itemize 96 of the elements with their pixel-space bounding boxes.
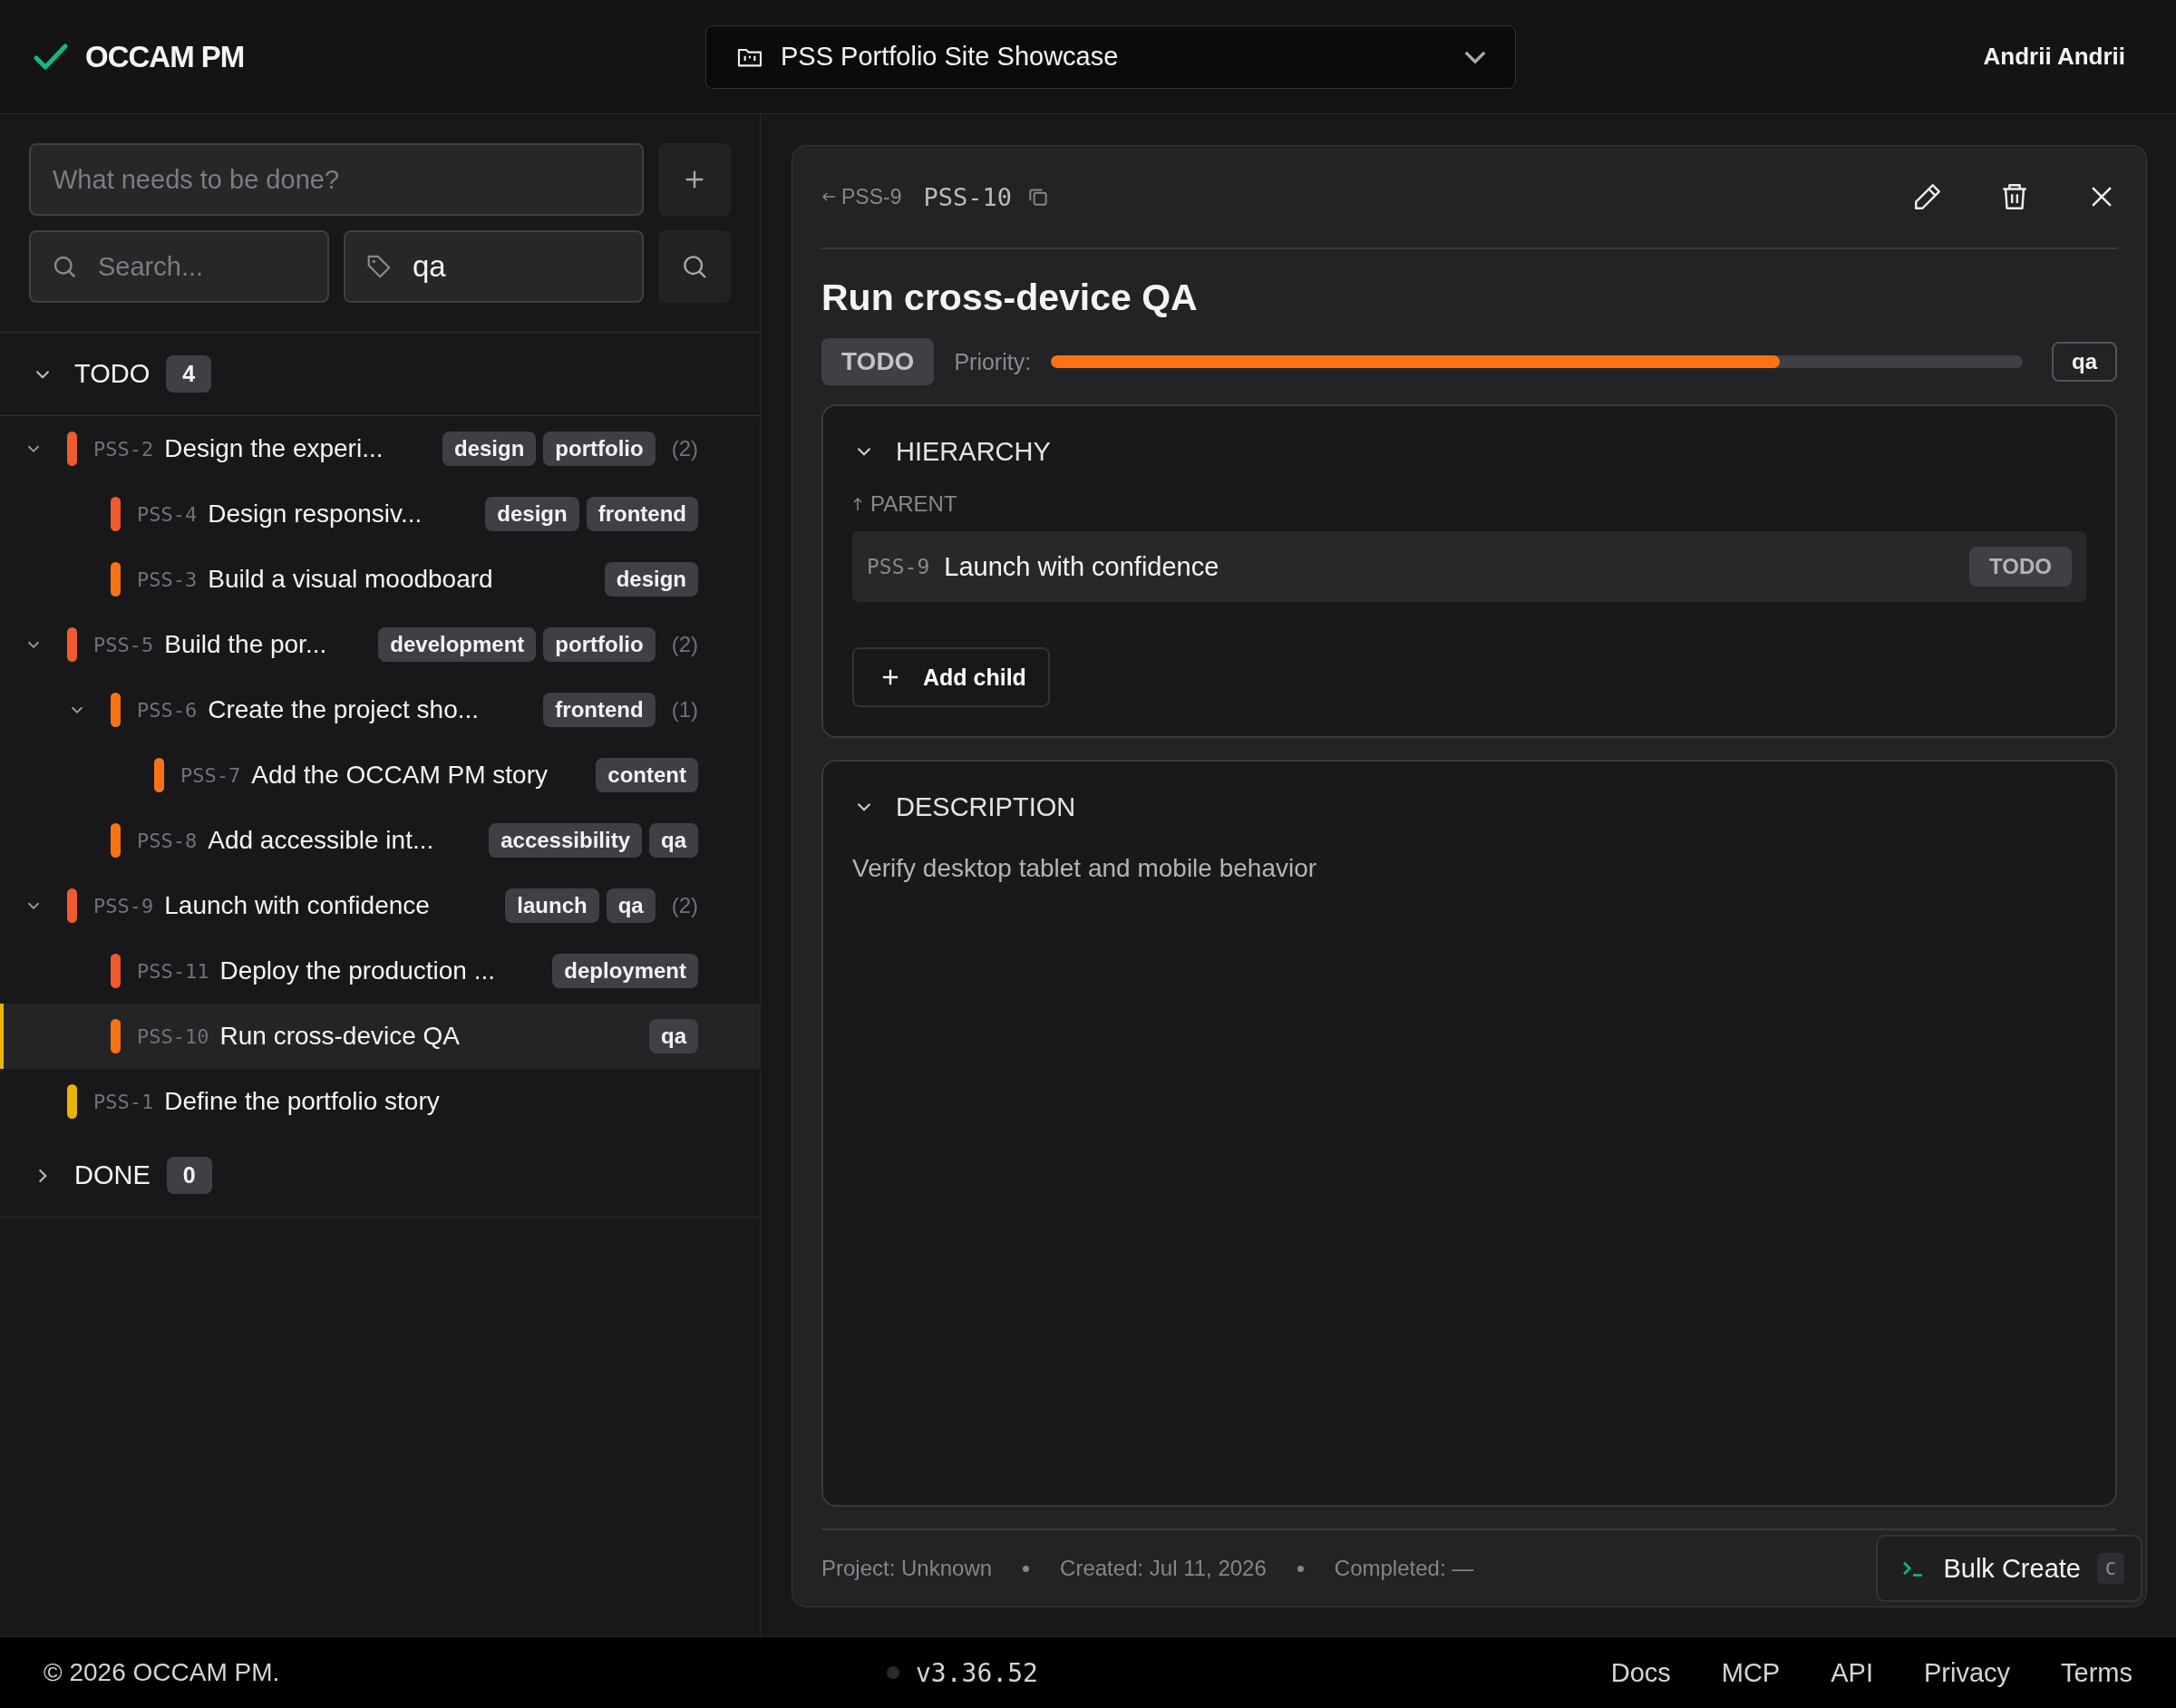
tag: design xyxy=(442,432,537,466)
task-row[interactable]: PSS-10 Run cross-device QA qa xyxy=(0,1004,760,1069)
pencil-icon[interactable] xyxy=(1912,181,1943,212)
footer-link[interactable]: Docs xyxy=(1610,1657,1671,1688)
panel-title[interactable]: DESCRIPTION xyxy=(896,791,1076,822)
priority-track[interactable] xyxy=(1051,355,2023,368)
parent-label: PARENT xyxy=(870,491,957,517)
tag[interactable]: qa xyxy=(2052,342,2117,382)
tag: accessibility xyxy=(489,823,642,858)
child-count: (2) xyxy=(671,893,698,918)
task-title: Run cross-device QA xyxy=(219,1022,461,1051)
tag: deployment xyxy=(552,954,698,988)
tag: qa xyxy=(649,823,698,858)
tag: content xyxy=(596,758,698,792)
tag: portfolio xyxy=(543,432,656,466)
new-task-field[interactable]: What needs to be done? xyxy=(29,143,644,216)
tag: frontend xyxy=(543,693,656,727)
task-title: Launch with confidence xyxy=(164,891,430,920)
task-title: Design the experi... xyxy=(164,434,384,463)
count-badge: 4 xyxy=(166,355,212,393)
task-row[interactable]: PSS-6 Create the project sho... frontend (1) xyxy=(0,677,760,742)
task-row[interactable]: PSS-11 Deploy the production ... deployment xyxy=(0,938,760,1004)
status-dot-icon xyxy=(887,1666,899,1679)
arrow-left-icon[interactable] xyxy=(821,191,836,202)
checkmark-logo-icon xyxy=(33,42,69,72)
tag: launch xyxy=(505,888,599,923)
task-row[interactable]: PSS-7 Add the OCCAM PM story content xyxy=(0,742,760,808)
task-id: PSS-1 xyxy=(93,1090,154,1113)
footer-link[interactable]: MCP xyxy=(1721,1657,1781,1688)
task-row[interactable]: PSS-3 Build a visual moodboard design xyxy=(0,547,760,612)
tag: portfolio xyxy=(543,627,656,662)
task-id: PSS-6 xyxy=(137,698,198,722)
tag-filter-field[interactable]: qa xyxy=(344,230,644,303)
task-row[interactable]: PSS-4 Design responsiv... design frontend xyxy=(0,481,760,547)
task-row[interactable]: PSS-2 Design the experi... design portfolio (2) xyxy=(0,416,760,481)
meta-text: Created: Jul 11, 2026 xyxy=(1060,1556,1267,1581)
child-count: (2) xyxy=(671,436,698,461)
child-count: (1) xyxy=(671,697,698,723)
tag: frontend xyxy=(586,497,698,531)
priority-label: Priority: xyxy=(954,348,1032,375)
task-row[interactable]: PSS-8 Add accessible int... accessibility qa xyxy=(0,808,760,873)
parent-task-row[interactable]: PSS-9 Launch with confidence TODO xyxy=(852,531,2086,602)
description-text: Verify desktop tablet and mobile behavior xyxy=(852,854,1318,883)
section-title[interactable]: DONE xyxy=(74,1160,151,1190)
footer-link[interactable]: Privacy xyxy=(1923,1657,2011,1688)
task-row[interactable]: PSS-5 Build the por... development portfolio (2) xyxy=(0,612,760,677)
task-id: PSS-3 xyxy=(137,568,198,591)
tag-icon xyxy=(365,253,393,280)
footer-link[interactable]: API xyxy=(1831,1657,1873,1688)
task-id: PSS-5 xyxy=(93,633,154,656)
tag: design xyxy=(485,497,579,531)
app-logo: OCCAM PM xyxy=(85,39,245,74)
task-title: Build a visual moodboard xyxy=(208,565,493,594)
footer-link[interactable]: Terms xyxy=(2061,1657,2132,1688)
separator-dot-icon xyxy=(1297,1565,1304,1572)
meta-text: Project: Unknown xyxy=(821,1556,993,1581)
task-row[interactable]: PSS-1 Define the portfolio story xyxy=(0,1069,760,1134)
version-text: v3.36.52 xyxy=(916,1657,1038,1688)
task-id: PSS-10 xyxy=(137,1024,209,1048)
copyright-text: © 2026 OCCAM PM. xyxy=(44,1658,281,1687)
up-arrow-icon xyxy=(852,497,863,511)
section-title[interactable]: TODO xyxy=(74,359,151,389)
task-title: Add accessible int... xyxy=(208,826,434,855)
task-title: Build the por... xyxy=(164,630,327,659)
task-id: PSS-7 xyxy=(180,763,241,787)
back-link[interactable]: PSS-9 xyxy=(841,184,902,209)
task-id: PSS-10 xyxy=(923,182,1013,211)
bulk-create-button[interactable]: Bulk Create C xyxy=(1876,1535,2142,1602)
task-id: PSS-4 xyxy=(137,502,198,526)
user-name[interactable]: Andrii Andrii xyxy=(1983,43,2125,71)
status-badge[interactable]: TODO xyxy=(821,338,935,385)
task-id: PSS-11 xyxy=(137,959,209,983)
tag: design xyxy=(604,562,698,597)
task-title: Run cross-device QA xyxy=(821,277,1199,319)
separator-dot-icon xyxy=(1023,1565,1030,1572)
add-child-button[interactable]: Add child xyxy=(852,647,1050,707)
task-row[interactable]: PSS-9 Launch with confidence launch qa (2) xyxy=(0,873,760,938)
task-title: Design responsiv... xyxy=(208,500,423,529)
meta-text: Completed: — xyxy=(1334,1556,1474,1581)
task-title: Create the project sho... xyxy=(208,695,480,724)
task-title: Add the OCCAM PM story xyxy=(251,761,548,790)
panel-title[interactable]: HIERARCHY xyxy=(896,436,1051,467)
tag: qa xyxy=(649,1019,698,1053)
tag: qa xyxy=(606,888,656,923)
task-title: Define the portfolio story xyxy=(164,1087,440,1116)
task-id: PSS-9 xyxy=(93,894,154,917)
search-button[interactable] xyxy=(658,230,731,303)
chevron-down-icon xyxy=(1464,50,1486,63)
child-count: (2) xyxy=(671,632,698,657)
count-badge: 0 xyxy=(166,1157,212,1194)
task-title: Deploy the production ... xyxy=(219,956,495,985)
task-id: PSS-8 xyxy=(137,829,198,852)
tag: development xyxy=(378,627,537,662)
project-selector[interactable]: PSS Portfolio Site Showcase xyxy=(705,24,1516,89)
task-id: PSS-2 xyxy=(93,437,154,461)
search-field[interactable]: Search... xyxy=(29,230,329,303)
